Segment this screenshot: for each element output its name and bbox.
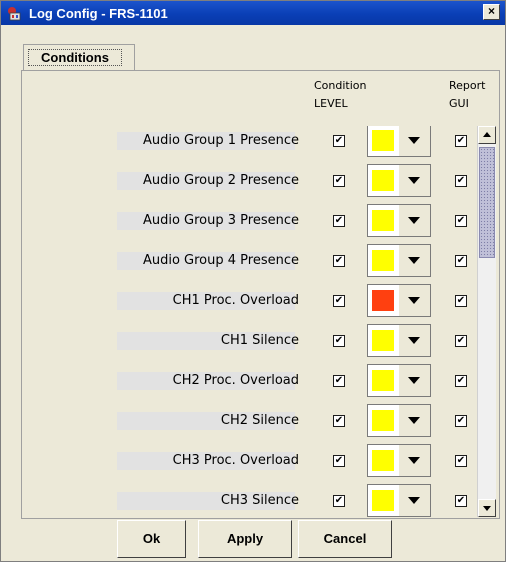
- gui-checkbox[interactable]: ✔: [455, 175, 467, 187]
- gui-checkbox[interactable]: ✔: [455, 495, 467, 507]
- color-swatch: [372, 290, 394, 311]
- color-dropdown[interactable]: [367, 404, 431, 437]
- color-swatch: [372, 130, 394, 151]
- chevron-down-icon[interactable]: [399, 245, 430, 276]
- color-dropdown[interactable]: [367, 484, 431, 517]
- scroll-down-button[interactable]: [478, 499, 496, 517]
- condition-label: CH1 Proc. Overload: [172, 293, 299, 308]
- color-swatch: [372, 450, 394, 471]
- condition-label: Audio Group 1 Presence: [142, 133, 299, 148]
- color-dropdown[interactable]: [367, 204, 431, 237]
- vertical-scrollbar[interactable]: [477, 126, 496, 517]
- color-dropdown[interactable]: [367, 126, 431, 157]
- condition-level-header: Condition LEVEL: [314, 77, 367, 113]
- condition-label: Audio Group 4 Presence: [142, 253, 299, 268]
- condition-label: CH3 Silence: [220, 493, 299, 508]
- chevron-down-icon[interactable]: [399, 485, 430, 516]
- color-swatch: [372, 490, 394, 511]
- color-dropdown[interactable]: [367, 284, 431, 317]
- color-dropdown[interactable]: [367, 244, 431, 277]
- app-icon: [7, 5, 23, 21]
- close-button[interactable]: ×: [483, 4, 500, 20]
- level-checkbox[interactable]: ✔: [333, 135, 345, 147]
- scroll-thumb[interactable]: [479, 147, 495, 258]
- level-checkbox[interactable]: ✔: [333, 415, 345, 427]
- gui-checkbox[interactable]: ✔: [455, 455, 467, 467]
- color-swatch: [372, 370, 394, 391]
- log-config-window: Log Config - FRS-1101 × Conditions Condi…: [0, 0, 506, 562]
- report-header-line1: Report: [449, 79, 486, 92]
- gui-checkbox[interactable]: ✔: [455, 255, 467, 267]
- color-dropdown[interactable]: [367, 164, 431, 197]
- gui-checkbox[interactable]: ✔: [455, 335, 467, 347]
- color-dropdown[interactable]: [367, 444, 431, 477]
- tab-conditions[interactable]: Conditions: [23, 44, 135, 71]
- gui-checkbox[interactable]: ✔: [455, 215, 467, 227]
- level-checkbox[interactable]: ✔: [333, 255, 345, 267]
- color-dropdown[interactable]: [367, 364, 431, 397]
- chevron-down-icon[interactable]: [399, 205, 430, 236]
- window-title: Log Config - FRS-1101: [29, 5, 168, 21]
- condition-label: CH1 Silence: [220, 333, 299, 348]
- gui-checkbox[interactable]: ✔: [455, 375, 467, 387]
- report-gui-header: Report GUI: [449, 77, 485, 113]
- level-checkbox[interactable]: ✔: [333, 295, 345, 307]
- close-icon: ×: [487, 4, 495, 18]
- condition-label: CH2 Silence: [220, 413, 299, 428]
- gui-checkbox[interactable]: ✔: [455, 415, 467, 427]
- condition-label: Audio Group 3 Presence: [142, 213, 299, 228]
- condition-header-line1: Condition: [314, 79, 367, 92]
- dialog-buttons: Ok Apply Cancel: [1, 520, 505, 560]
- level-checkbox[interactable]: ✔: [333, 375, 345, 387]
- chevron-down-icon[interactable]: [399, 365, 430, 396]
- chevron-down-icon[interactable]: [399, 325, 430, 356]
- color-swatch: [372, 250, 394, 271]
- chevron-down-icon[interactable]: [399, 445, 430, 476]
- gui-checkbox[interactable]: ✔: [455, 295, 467, 307]
- color-dropdown[interactable]: [367, 324, 431, 357]
- chevron-down-icon[interactable]: [399, 405, 430, 436]
- condition-list: Audio Group 1 Presence ✔ ✔ Audio Group 2 Pr…: [22, 126, 474, 518]
- scroll-up-button[interactable]: [478, 126, 496, 144]
- level-checkbox[interactable]: ✔: [333, 495, 345, 507]
- color-swatch: [372, 170, 394, 191]
- apply-button[interactable]: Apply: [198, 520, 292, 558]
- cancel-button[interactable]: Cancel: [298, 520, 392, 558]
- condition-row: CH3 Silence ✔ ✔: [22, 484, 474, 518]
- color-swatch: [372, 330, 394, 351]
- gui-checkbox[interactable]: ✔: [455, 135, 467, 147]
- condition-label: Audio Group 2 Presence: [142, 173, 299, 188]
- chevron-down-icon[interactable]: [399, 165, 430, 196]
- tab-conditions-label: Conditions: [28, 49, 122, 66]
- chevron-down-icon[interactable]: [399, 126, 430, 156]
- condition-label: CH2 Proc. Overload: [172, 373, 299, 388]
- title-bar[interactable]: Log Config - FRS-1101 ×: [1, 1, 505, 25]
- ok-button[interactable]: Ok: [117, 520, 186, 558]
- level-checkbox[interactable]: ✔: [333, 335, 345, 347]
- level-checkbox[interactable]: ✔: [333, 455, 345, 467]
- color-swatch: [372, 210, 394, 231]
- chevron-down-icon[interactable]: [399, 285, 430, 316]
- condition-header-line2: LEVEL: [314, 97, 348, 110]
- conditions-panel: Condition LEVEL Report GUI Audio Group 1…: [21, 70, 500, 519]
- level-checkbox[interactable]: ✔: [333, 175, 345, 187]
- report-header-line2: GUI: [449, 97, 469, 110]
- level-checkbox[interactable]: ✔: [333, 215, 345, 227]
- condition-label: CH3 Proc. Overload: [172, 453, 299, 468]
- color-swatch: [372, 410, 394, 431]
